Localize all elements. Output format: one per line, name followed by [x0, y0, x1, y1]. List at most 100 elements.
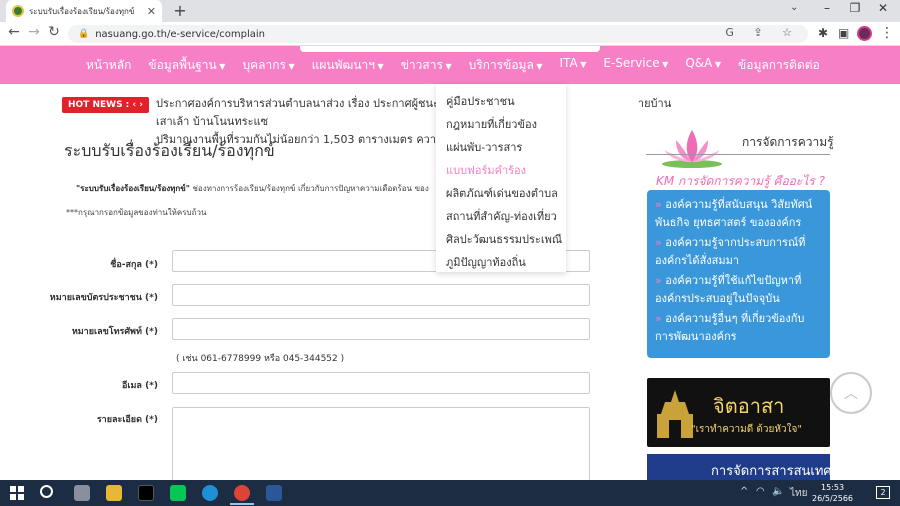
dropdown-item[interactable]: สถานที่สำคัญ-ท่องเที่ยว	[436, 205, 566, 228]
active-app-indicator	[230, 503, 254, 505]
chrome-icon[interactable]	[234, 485, 250, 501]
email-label: อีเมล (*)	[122, 381, 158, 391]
caret-down-icon: ▼	[712, 60, 722, 69]
nav-item-label: หน้าหลัก	[86, 58, 132, 72]
km-link[interactable]: » องค์ความรู้จากประสบการณ์ที่องค์กรได้สั…	[655, 234, 822, 270]
back-icon[interactable]: ←	[4, 24, 24, 40]
caret-down-icon: ▼	[533, 62, 543, 71]
volume-icon[interactable]: 🔈	[772, 486, 784, 497]
nav-item-label: ข่าวสาร	[400, 58, 443, 72]
nav-item-label: E-Service	[603, 56, 660, 70]
address-toolbar: ← → ↻ 🔒 nasuang.go.th/e-service/complain…	[0, 22, 900, 46]
clock[interactable]: 15:53 26/5/2566	[812, 482, 853, 504]
scroll-top-button[interactable]: ︿	[830, 372, 872, 414]
dropdown-item[interactable]: กฎหมายที่เกี่ยวข้อง	[436, 113, 566, 136]
nav-item[interactable]: บุคลากร ▼	[242, 56, 294, 75]
lock-icon: 🔒	[78, 29, 90, 39]
caret-down-icon: ▼	[577, 60, 587, 69]
dropdown-item[interactable]: ศิลปะวัฒนธรรมประเพณี	[436, 228, 566, 251]
nav-item[interactable]: E-Service ▼	[603, 56, 668, 75]
km-link-text: องค์ความรู้จากประสบการณ์ที่องค์กรได้สั่ง…	[655, 236, 806, 267]
banner2-text: การจัดการสารสนเทศ	[711, 464, 830, 479]
km-link[interactable]: » องค์ความรู้อื่นๆ ที่เกี่ยวข้องกับการพั…	[655, 310, 822, 346]
caret-down-icon: ▼	[285, 62, 295, 71]
omnibox-actions[interactable]: G ⇪ ☆	[725, 26, 800, 39]
clock-date: 26/5/2566	[812, 494, 854, 503]
new-tab-icon[interactable]: +	[170, 1, 190, 20]
url-text: nasuang.go.th/e-service/complain	[95, 28, 265, 40]
close-window-icon[interactable]: ✕	[868, 1, 898, 15]
nav-item-label: บุคลากร	[242, 58, 286, 72]
double-arrow-icon: »	[655, 312, 666, 325]
service-dropdown-menu: คู่มือประชาชน กฎหมายที่เกี่ยวข้อง แผ่นพับ-…	[436, 84, 566, 272]
dropdown-item[interactable]: แบบฟอร์มคำร้อง	[436, 159, 566, 182]
km-link[interactable]: » องค์ความรู้ที่สนับสนุน วิสัยทัศน์ พันธ…	[655, 196, 822, 232]
dropdown-item[interactable]: แผ่นพับ-วารสาร	[436, 136, 566, 159]
nav-item-label: Q&A	[685, 56, 713, 70]
nav-item[interactable]: ข้อมูลการติดต่อ	[738, 56, 820, 75]
nav-item-label: บริการข้อมูล	[468, 58, 534, 72]
nav-item[interactable]: ข่าวสาร ▼	[401, 56, 452, 75]
prev-next-icon[interactable]: ‹ ›	[132, 100, 143, 110]
caret-down-icon: ▼	[659, 60, 669, 69]
calculator-icon[interactable]	[74, 485, 90, 501]
side-panel-icon[interactable]: ▣	[838, 26, 849, 40]
email-input[interactable]	[172, 372, 590, 394]
dropdown-item[interactable]: คู่มือประชาชน	[436, 90, 566, 113]
extensions-icon[interactable]: ✱	[818, 26, 828, 40]
notification-badge[interactable]: 2	[876, 486, 890, 499]
file-explorer-icon[interactable]	[106, 485, 122, 501]
wifi-icon[interactable]: ◠	[756, 486, 765, 497]
site-favicon-icon	[12, 5, 24, 17]
dropdown-item[interactable]: ภูมิปัญญาท้องถิ่น	[436, 251, 566, 274]
nav-item[interactable]: หน้าหลัก	[86, 56, 131, 75]
forward-icon[interactable]: →	[24, 24, 44, 40]
word-icon[interactable]	[266, 485, 282, 501]
km-link-text: องค์ความรู้ที่สนับสนุน วิสัยทัศน์ พันธกิ…	[655, 198, 813, 229]
windows-start-icon[interactable]	[10, 486, 24, 500]
nav-item[interactable]: แผนพัฒนาฯ ▼	[312, 56, 384, 75]
profile-avatar[interactable]	[857, 26, 872, 41]
nav-item[interactable]: Q&A ▼	[685, 56, 721, 75]
km-link[interactable]: » องค์ความรู้ที่ใช้แก้ไขปัญหาที่องค์กรปร…	[655, 272, 822, 308]
dropdown-item[interactable]: ผลิตภัณฑ์เด่นของตำบล	[436, 182, 566, 205]
required-note: ***กรุณากรอกข้อมูลของท่านให้ครบถ้วน	[66, 208, 207, 217]
language-indicator[interactable]: ไทย	[790, 486, 807, 501]
tiktok-icon[interactable]	[138, 485, 154, 501]
chevron-up-icon: ︿	[844, 386, 858, 402]
browser-menu-icon[interactable]: ⋮	[880, 25, 894, 41]
hot-news-label: HOT NEWS :	[68, 100, 130, 110]
nav-item[interactable]: ข้อมูลพื้นฐาน ▼	[148, 56, 225, 75]
restore-icon[interactable]: ❐	[840, 1, 870, 15]
search-icon[interactable]	[40, 485, 53, 498]
nav-item[interactable]: ITA ▼	[560, 56, 587, 75]
km-divider	[646, 154, 830, 155]
phone-hint: ( เช่น 061-6778999 หรือ 045-344552 )	[176, 354, 345, 364]
minimize-icon[interactable]: –	[812, 1, 842, 15]
km-title: การจัดการความรู้	[742, 135, 834, 149]
banner-subtitle: "เราทำความดี ด้วยหัวใจ"	[691, 424, 802, 435]
nav-item[interactable]: บริการข้อมูล ▼	[469, 56, 543, 75]
km-link-text: องค์ความรู้อื่นๆ ที่เกี่ยวข้องกับการพัฒน…	[655, 312, 805, 343]
km-links-box: » องค์ความรู้ที่สนับสนุน วิสัยทัศน์ พันธ…	[647, 190, 830, 358]
tray-chevron-icon[interactable]: ^	[740, 486, 748, 497]
name-label: ชื่อ-สกุล (*)	[110, 260, 158, 270]
nav-item-label: ข้อมูลพื้นฐาน	[148, 58, 217, 72]
line-icon[interactable]	[170, 485, 186, 501]
edge-icon[interactable]	[202, 485, 218, 501]
reload-icon[interactable]: ↻	[44, 24, 64, 40]
km-link-text: องค์ความรู้ที่ใช้แก้ไขปัญหาที่องค์กรประส…	[655, 274, 802, 305]
km-subtitle[interactable]: KM การจัดการความรู้ คืออะไร ?	[656, 172, 825, 191]
volunteer-banner[interactable]: จิตอาสา "เราทำความดี ด้วยหัวใจ"	[647, 378, 830, 447]
tab-close-icon[interactable]: ✕	[147, 5, 156, 18]
address-bar[interactable]: 🔒 nasuang.go.th/e-service/complain G ⇪ ☆	[68, 25, 808, 43]
double-arrow-icon: »	[655, 274, 666, 287]
id-card-input[interactable]	[172, 284, 590, 306]
detail-textarea[interactable]	[172, 407, 590, 487]
tab-search-icon[interactable]: ⌄	[790, 2, 798, 13]
phone-input[interactable]	[172, 318, 590, 340]
browser-tab[interactable]: ระบบรับเรื่องร้องเรียน/ร้องทุกข์ ✕	[6, 0, 162, 22]
intro-text: "ระบบรับเรื่องร้องเรียน/ร้องทุกข์" ช่องท…	[76, 184, 429, 193]
clock-time: 15:53	[820, 483, 845, 492]
nav-menu: หน้าหลัก ข้อมูลพื้นฐาน ▼ บุคลากร ▼ แผนพัฒนา…	[86, 56, 837, 75]
